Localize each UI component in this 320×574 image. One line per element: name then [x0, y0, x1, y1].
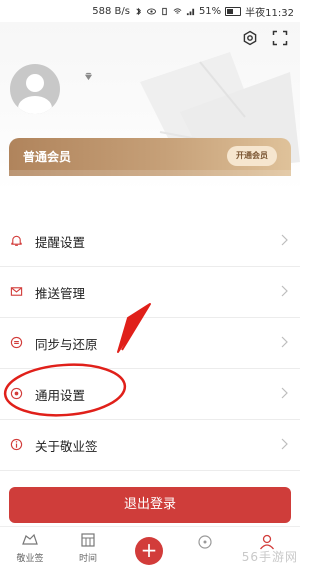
discover-icon[interactable]: [196, 533, 214, 551]
scan-icon[interactable]: [272, 30, 288, 46]
bluetooth-icon: [136, 7, 141, 16]
add-button[interactable]: +: [135, 537, 163, 565]
menu-item-label: 提醒设置: [35, 235, 86, 250]
battery-icon: [225, 7, 242, 16]
status-bar-right: 588 B/s 51% 半夜11:32: [92, 4, 294, 19]
menu-item-label: 同步与还原: [35, 337, 98, 352]
sync-icon: [10, 336, 23, 349]
battery-percent: 51%: [198, 6, 222, 17]
vibrate-icon: [162, 7, 167, 16]
default-user-icon: [18, 74, 52, 114]
menu-item-label: 关于敬业签: [35, 439, 98, 454]
status-bar: 588 B/s 51% 半夜11:32: [0, 0, 300, 22]
menu-item-sync-restore[interactable]: 同步与还原: [0, 318, 300, 369]
settings-menu: 提醒设置 推送管理 同步与还原 通用设置 关于敬业签: [0, 216, 300, 471]
calendar-icon: [81, 533, 95, 547]
watermark: 56手游网: [241, 550, 298, 564]
member-level-title: 普通会员: [23, 150, 72, 164]
info-icon: [10, 438, 23, 451]
tab-home[interactable]: 敬业签: [0, 531, 60, 564]
member-card: 普通会员 开通会员: [9, 138, 291, 176]
menu-item-about[interactable]: 关于敬业签: [0, 420, 300, 471]
tab-label: 敬业签: [16, 554, 44, 564]
logout-button[interactable]: 退出登录: [9, 487, 291, 523]
chevron-right-icon: [281, 438, 288, 450]
avatar[interactable]: [10, 64, 60, 114]
chevron-right-icon: [281, 336, 288, 348]
settings-gear-icon[interactable]: [242, 30, 258, 46]
net-speed: 588 B/s: [92, 6, 130, 17]
bell-icon: [11, 235, 22, 246]
menu-item-label: 推送管理: [35, 286, 86, 301]
open-membership-button[interactable]: 开通会员: [227, 146, 277, 166]
tab-label: 时间: [78, 554, 97, 564]
radio-dot-icon: [10, 387, 23, 400]
chevron-right-icon: [281, 387, 288, 399]
eye-icon: [146, 8, 156, 15]
menu-item-reminder-settings[interactable]: 提醒设置: [0, 216, 300, 267]
header-actions: [242, 30, 288, 46]
menu-item-general-settings[interactable]: 通用设置: [0, 369, 300, 420]
wifi-icon: [173, 8, 182, 14]
mail-icon: [10, 287, 23, 296]
cloud-book-icon: [22, 533, 38, 545]
diamond-icon: [84, 72, 93, 81]
menu-item-push-management[interactable]: 推送管理: [0, 267, 300, 318]
tab-time[interactable]: 时间: [58, 531, 118, 564]
chevron-right-icon: [281, 234, 288, 246]
clock: 半夜11:32: [245, 8, 294, 19]
signal-icon: [186, 8, 195, 16]
chevron-right-icon: [281, 285, 288, 297]
menu-item-label: 通用设置: [35, 388, 86, 403]
